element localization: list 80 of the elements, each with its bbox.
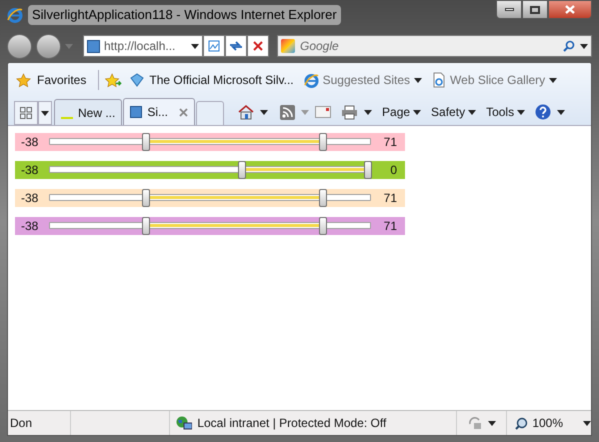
- favorites-link[interactable]: Suggested Sites: [322, 71, 410, 89]
- printer-icon[interactable]: [341, 104, 358, 120]
- quick-tabs-button[interactable]: [14, 101, 38, 125]
- home-icon[interactable]: [238, 104, 254, 120]
- address-field[interactable]: http://localh...: [83, 35, 203, 57]
- back-button[interactable]: [7, 34, 32, 58]
- caret-icon[interactable]: [580, 44, 588, 48]
- caret-icon[interactable]: [583, 420, 591, 426]
- e-logo-icon: [7, 7, 23, 23]
- browser-tab[interactable]: Si...: [123, 98, 196, 125]
- command-menu-button[interactable]: Safety: [431, 103, 476, 121]
- tab-list-button[interactable]: [38, 101, 52, 125]
- caret-icon[interactable]: [364, 110, 372, 114]
- caret-icon[interactable]: [414, 78, 422, 82]
- caret-icon[interactable]: [549, 78, 558, 82]
- slider-thumb[interactable]: [318, 133, 327, 151]
- mail-icon[interactable]: [315, 106, 332, 118]
- close-button[interactable]: [548, 0, 592, 19]
- min-label: -38: [20, 190, 40, 207]
- grid-icon: [20, 107, 32, 119]
- tab-label: Si...: [147, 104, 168, 121]
- feed-icon[interactable]: [280, 104, 296, 120]
- e-logo-icon: [304, 72, 319, 88]
- caret-icon[interactable]: [557, 110, 566, 114]
- max-label: 71: [382, 218, 398, 235]
- max-label: 71: [382, 190, 398, 207]
- close-icon: [565, 5, 575, 14]
- favorites-link[interactable]: Web Slice Gallery: [450, 71, 546, 89]
- caret-icon[interactable]: [260, 110, 268, 114]
- min-label: -38: [20, 162, 40, 179]
- max-label: 0: [389, 162, 398, 179]
- caret-icon[interactable]: [191, 44, 199, 48]
- compatibility-button[interactable]: [203, 35, 225, 57]
- slider-thumb[interactable]: [364, 161, 372, 179]
- caret-icon[interactable]: [41, 110, 49, 116]
- zoom-button[interactable]: 100%: [507, 414, 572, 432]
- search-input[interactable]: Google: [300, 37, 558, 55]
- url-text: http://localh...: [104, 38, 176, 55]
- page-e-icon: [432, 72, 446, 88]
- refresh-icon: [229, 40, 243, 52]
- slider-thumb[interactable]: [142, 189, 150, 207]
- forward-button[interactable]: [36, 34, 61, 58]
- stop-button[interactable]: [247, 35, 269, 57]
- magnifier-icon: [515, 416, 528, 430]
- command-menu-button[interactable]: Page: [382, 103, 422, 121]
- caret-icon[interactable]: [468, 110, 476, 114]
- minimize-button[interactable]: [496, 0, 522, 19]
- star-icon: [16, 72, 31, 88]
- min-label: -38: [20, 218, 40, 235]
- page-icon: [87, 40, 100, 52]
- slider-thumb[interactable]: [142, 133, 150, 151]
- tab-label: New ...: [78, 104, 116, 122]
- refresh-button[interactable]: [225, 35, 247, 57]
- gem-icon: [129, 73, 146, 87]
- min-label: -38: [20, 134, 40, 151]
- slider-thumb[interactable]: [318, 189, 327, 207]
- search-logo-icon: [281, 39, 295, 53]
- favorites-link[interactable]: The Official Microsoft Silv...: [149, 71, 294, 89]
- max-label: 71: [382, 134, 398, 151]
- caret-icon[interactable]: [488, 420, 496, 426]
- favorites-button[interactable]: Favorites: [37, 71, 92, 89]
- slider-thumb[interactable]: [318, 217, 327, 235]
- search-field[interactable]: Google: [277, 35, 592, 57]
- tab-favicon-icon: [130, 106, 142, 118]
- command-menu-button[interactable]: Tools: [486, 103, 526, 121]
- slider-thumb[interactable]: [142, 217, 150, 235]
- status-text: Don: [8, 411, 72, 435]
- caret-icon[interactable]: [413, 110, 422, 114]
- slider-thumb[interactable]: [238, 161, 246, 179]
- security-zone-text: Local intranet | Protected Mode: Off: [197, 415, 386, 432]
- search-icon[interactable]: [563, 40, 575, 52]
- globe-monitor-icon: [176, 416, 192, 430]
- window-title: SilverlightApplication118 - Windows Internet Explorer: [28, 5, 341, 25]
- add-favorite-icon[interactable]: [105, 72, 124, 88]
- browser-tab[interactable]: New ...: [54, 99, 122, 125]
- maximize-button[interactable]: [522, 0, 548, 19]
- close-tab-icon[interactable]: [179, 108, 188, 116]
- help-icon[interactable]: [535, 104, 552, 120]
- caret-icon[interactable]: [517, 110, 526, 114]
- stop-icon: [253, 41, 263, 51]
